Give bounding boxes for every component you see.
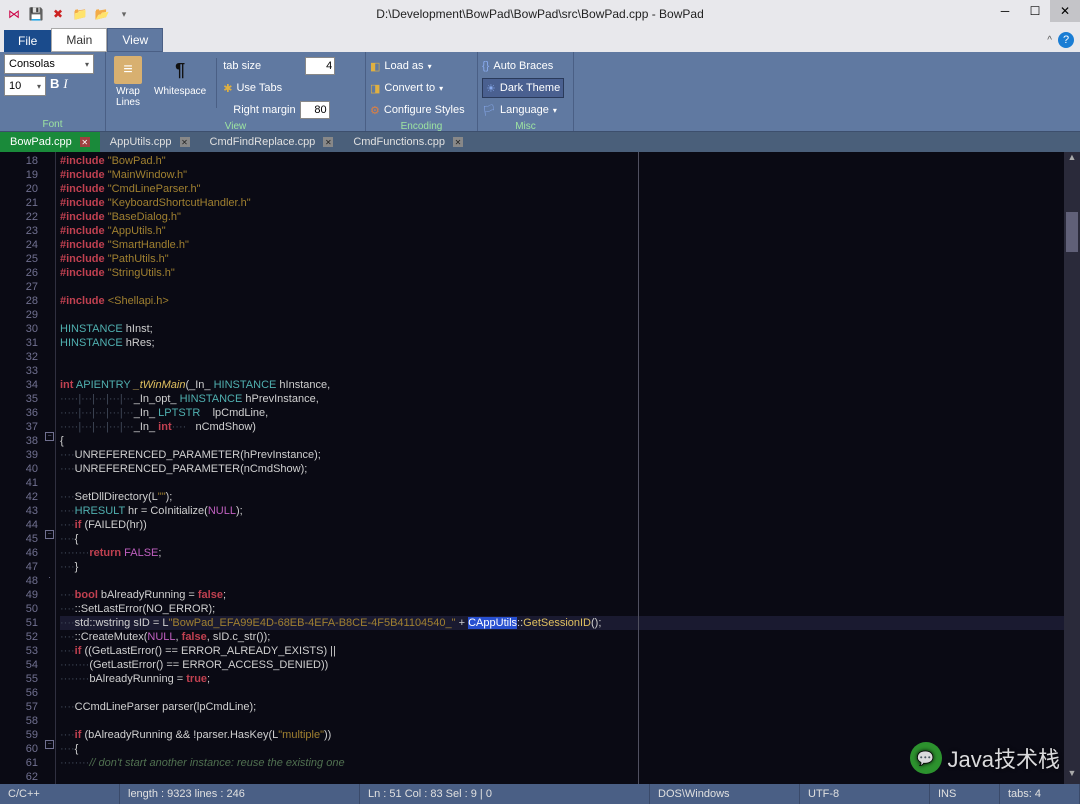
status-length: length : 9323 lines : 246 [120,784,360,804]
bold-button[interactable]: B [50,76,59,96]
statusbar: C/C++ length : 9323 lines : 246 Ln : 51 … [0,784,1080,804]
scroll-down-icon[interactable]: ▼ [1064,768,1080,784]
line-gutter: 1819202122232425262728293031323334353637… [0,152,44,784]
new-icon[interactable]: ✖ [50,6,66,22]
autobraces-button[interactable]: {}Auto Braces [482,56,553,76]
convert-button[interactable]: ◨Convert to▾ [370,78,443,98]
language-button[interactable]: 🏳Language▾ [482,100,557,120]
doc-tab[interactable]: AppUtils.cpp✕ [100,132,200,152]
document-tabs: BowPad.cpp✕AppUtils.cpp✕CmdFindReplace.c… [0,132,1080,152]
code-view[interactable]: #include "BowPad.h"#include "MainWindow.… [56,152,1064,784]
save-icon[interactable]: 💾 [28,6,44,22]
status-position: Ln : 51 Col : 83 Sel : 9 | 0 [360,784,650,804]
darktheme-button[interactable]: ☀Dark Theme [482,78,564,98]
maximize-button[interactable]: ☐ [1020,0,1050,22]
status-eol[interactable]: DOS\Windows [650,784,800,804]
status-lang[interactable]: C/C++ [0,784,120,804]
status-encoding[interactable]: UTF-8 [800,784,930,804]
scroll-thumb[interactable] [1066,212,1078,252]
ribbon: Consolas▾ 10▾ B I Font ≡ Wrap Lines ¶ Wh… [0,52,1080,132]
group-font-label: Font [4,118,101,131]
tab-close-icon[interactable]: ✕ [453,137,463,147]
titlebar: ⋈ 💾 ✖ 📁 📂 ▾ D:\Development\BowPad\BowPad… [0,0,1080,28]
close-button[interactable]: ✕ [1050,0,1080,22]
ribbon-collapse-icon[interactable]: ^ [1047,35,1052,46]
vertical-scrollbar[interactable]: ▲ ▼ [1064,152,1080,784]
styles-button[interactable]: ⚙Configure Styles [370,100,465,120]
doc-tab[interactable]: CmdFindReplace.cpp✕ [200,132,344,152]
status-insert[interactable]: INS [930,784,1000,804]
ribbon-tabs: File Main View ^ ? [0,28,1080,52]
open-icon[interactable]: 📂 [94,6,110,22]
italic-button[interactable]: I [63,76,67,96]
wrap-lines-button[interactable]: ≡ Wrap Lines [110,54,146,110]
fold-gutter[interactable]: −−·− [44,152,56,784]
whitespace-button[interactable]: ¶ Whitespace [150,54,210,99]
margin-label: Right margin [233,104,295,116]
editor-area[interactable]: 1819202122232425262728293031323334353637… [0,152,1080,784]
tab-view[interactable]: View [107,28,163,52]
window-title: D:\Development\BowPad\BowPad\src\BowPad.… [0,7,1080,21]
watermark-icon: 💬 [910,742,942,774]
loadas-button[interactable]: ◧Load as▾ [370,56,432,76]
file-menu[interactable]: File [4,30,51,52]
minimize-button[interactable]: ─ [990,0,1020,22]
scroll-up-icon[interactable]: ▲ [1064,152,1080,168]
tab-close-icon[interactable]: ✕ [80,137,90,147]
tab-main[interactable]: Main [51,28,107,52]
status-tabs: tabs: 4 [1000,784,1080,804]
font-family-select[interactable]: Consolas▾ [4,54,94,74]
watermark: 💬 Java技术栈 [910,742,1060,774]
font-size-select[interactable]: 10▾ [4,76,46,96]
wrap-icon: ≡ [114,56,142,84]
tab-close-icon[interactable]: ✕ [180,137,190,147]
whitespace-icon: ¶ [166,56,194,84]
tabsize-label: tab size [223,60,301,72]
app-icon: ⋈ [6,6,22,22]
usetabs-label[interactable]: Use Tabs [236,82,282,94]
help-icon[interactable]: ? [1058,32,1074,48]
folder-icon[interactable]: 📁 [72,6,88,22]
right-margin-line [638,152,639,784]
tabsize-input[interactable] [305,57,335,75]
tab-close-icon[interactable]: ✕ [323,137,333,147]
doc-tab[interactable]: CmdFunctions.cpp✕ [343,132,473,152]
doc-tab[interactable]: BowPad.cpp✕ [0,132,100,152]
qat-dropdown-icon[interactable]: ▾ [116,6,132,22]
margin-input[interactable] [300,101,330,119]
